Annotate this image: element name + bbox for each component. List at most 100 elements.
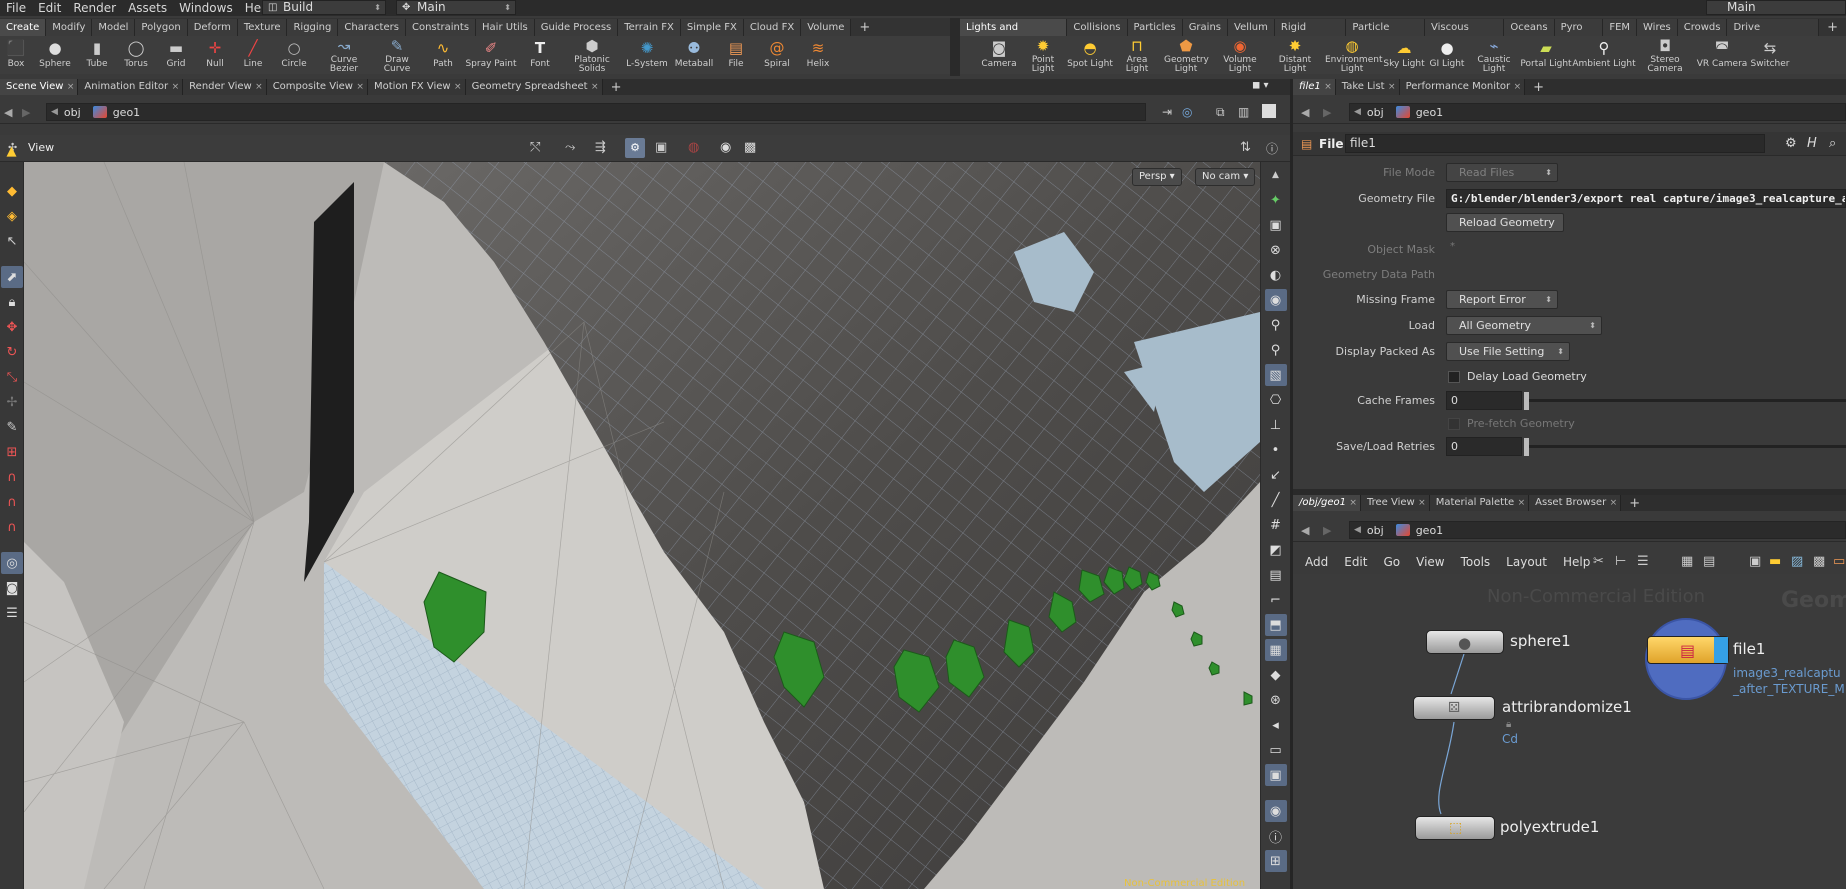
forward-arrow-icon[interactable]: ▶ bbox=[1323, 106, 1331, 119]
tool-stereo-camera[interactable]: ◘ Stereo Camera bbox=[1636, 36, 1694, 74]
close-icon[interactable]: × bbox=[255, 79, 263, 95]
tool-l-system[interactable]: ✺ L-System bbox=[622, 36, 672, 74]
geometry-file-field[interactable]: G:/blender/blender3/export real capture/… bbox=[1446, 189, 1846, 208]
shelf-tab[interactable]: Texture bbox=[237, 19, 288, 36]
close-icon[interactable]: × bbox=[1388, 79, 1396, 95]
bg-icon[interactable]: ▧ bbox=[1264, 364, 1287, 386]
shelf-tab[interactable]: Crowds bbox=[1677, 19, 1728, 36]
close-icon[interactable]: × bbox=[1349, 495, 1357, 511]
toolbar-toggle-icon[interactable]: ⇅ bbox=[1240, 140, 1251, 155]
tab-performance-monitor[interactable]: Performance Monitor × bbox=[1399, 79, 1526, 95]
normals-icon[interactable]: ⊥ bbox=[1265, 414, 1287, 436]
right-context-selector[interactable]: Main bbox=[1706, 0, 1846, 15]
node-sphere1[interactable]: ● bbox=[1426, 630, 1504, 654]
breadcrumb-geo1[interactable]: geo1 bbox=[1392, 106, 1451, 119]
rotate-icon[interactable]: ↻ bbox=[1, 341, 23, 363]
number-icon[interactable]: # bbox=[1265, 514, 1287, 536]
maximize-icon[interactable] bbox=[1262, 104, 1276, 118]
context-selector[interactable]: ✥ Main ⬍ bbox=[396, 0, 516, 15]
display-options-icon[interactable]: ⚙ bbox=[625, 138, 645, 158]
tool-metaball[interactable]: ⚉ Metaball bbox=[672, 36, 716, 74]
tab-tree-view[interactable]: Tree View × bbox=[1360, 495, 1430, 511]
tab-obj-geo1[interactable]: /obj/geo1 × bbox=[1293, 495, 1361, 511]
close-icon[interactable]: × bbox=[172, 79, 180, 95]
group-icon[interactable]: ⊛ bbox=[1265, 689, 1287, 711]
add-shelf-tab-button[interactable]: + bbox=[851, 19, 878, 36]
tab-scene-view[interactable]: Scene View × bbox=[0, 79, 79, 95]
visualizer-icon[interactable]: ⎔ bbox=[1265, 389, 1287, 411]
snap-magnet-icon[interactable]: ∩ bbox=[1, 491, 23, 513]
network-menu-add[interactable]: Add bbox=[1297, 555, 1336, 569]
wrench-icon[interactable]: ✂ bbox=[1593, 554, 1604, 569]
shelf-tab[interactable]: Simple FX bbox=[680, 19, 744, 36]
display-packed-menu[interactable]: Use File Setting ⬍ bbox=[1446, 342, 1570, 361]
grid-view-icon[interactable]: ▦ bbox=[1681, 554, 1693, 569]
pin-icon[interactable]: ⇥ bbox=[1162, 105, 1172, 119]
help-icon[interactable]: ⓘ bbox=[1266, 140, 1278, 157]
tool-vr-camera[interactable]: ◚ VR Camera bbox=[1694, 36, 1750, 74]
add-pane-tab-button[interactable]: + bbox=[1621, 495, 1648, 512]
render-tool-icon[interactable]: ☰ bbox=[1, 602, 23, 624]
tool-draw-curve[interactable]: ✎ Draw Curve bbox=[372, 36, 422, 74]
display-icon[interactable]: ▣ bbox=[1749, 554, 1761, 569]
tool-helix[interactable]: ≋ Helix bbox=[798, 36, 838, 74]
panel-icon[interactable]: ▭ bbox=[1265, 739, 1287, 761]
shelf-tab[interactable]: Oceans bbox=[1504, 19, 1555, 36]
select-mode-icon[interactable]: ↖ bbox=[1, 230, 23, 252]
scroll-up-icon[interactable]: ▲ bbox=[1265, 164, 1287, 186]
network-menu-help[interactable]: Help bbox=[1555, 555, 1598, 569]
back-arrow-icon[interactable]: ◀ bbox=[1301, 106, 1309, 119]
shelf-tab[interactable]: Lights and Cameras bbox=[960, 19, 1068, 50]
network-editor[interactable]: Non-Commercial Edition Geom ● sphere1 ⚄ … bbox=[1293, 574, 1846, 889]
shelf-tab[interactable]: Grains bbox=[1182, 19, 1229, 36]
retries-field[interactable]: 0 bbox=[1446, 437, 1522, 456]
tool-point-light[interactable]: ✹ Point Light bbox=[1020, 36, 1066, 74]
tool-line[interactable]: ╱ Line bbox=[234, 36, 272, 74]
tab-asset-browser[interactable]: Asset Browser × bbox=[1529, 495, 1622, 511]
shelf-tab[interactable]: FEM bbox=[1603, 19, 1638, 36]
shelf-tab[interactable]: Cloud FX bbox=[743, 19, 802, 36]
tool-circle[interactable]: ○ Circle bbox=[272, 36, 316, 74]
forward-arrow-icon[interactable]: ▶ bbox=[22, 106, 30, 119]
param-path-field[interactable]: ◀ obj geo1 bbox=[1349, 103, 1846, 121]
quad-view-icon[interactable]: ⊞ bbox=[1264, 850, 1287, 872]
shelf-tab[interactable]: Pyro FX bbox=[1554, 19, 1604, 50]
shelf-tab[interactable]: Deform bbox=[187, 19, 238, 36]
node-polyextrude1[interactable]: ⬚ bbox=[1415, 816, 1495, 840]
texture-icon[interactable]: ▤ bbox=[1265, 564, 1287, 586]
shelf-tab[interactable]: Particles bbox=[1127, 19, 1183, 36]
tool-geometry-light[interactable]: ⬟ Geometry Light bbox=[1160, 36, 1212, 74]
network-menu-view[interactable]: View bbox=[1408, 555, 1452, 569]
camera-button[interactable]: No cam ▾ bbox=[1195, 168, 1256, 186]
tool-null[interactable]: ✛ Null bbox=[196, 36, 234, 74]
view-tool-icon[interactable]: ◎ bbox=[1, 552, 23, 574]
shelf-tab[interactable]: Modify bbox=[46, 19, 93, 36]
cache-frames-slider[interactable] bbox=[1526, 399, 1846, 402]
cache-frames-slider-handle[interactable] bbox=[1524, 392, 1529, 410]
lock-icon[interactable]: 🔒︎ bbox=[1, 291, 23, 313]
network-menu-layout[interactable]: Layout bbox=[1498, 555, 1555, 569]
shelf-tab[interactable]: Drive Simulation bbox=[1727, 19, 1820, 50]
network-menu-go[interactable]: Go bbox=[1375, 555, 1408, 569]
search-icon[interactable]: ⌕ bbox=[1829, 136, 1836, 151]
box-network-icon[interactable]: ▭ bbox=[1833, 554, 1845, 569]
tool-spiral[interactable]: @ Spiral bbox=[756, 36, 798, 74]
render-region-icon[interactable]: ▩ bbox=[744, 140, 756, 155]
breadcrumb-geo1[interactable]: geo1 bbox=[1392, 524, 1451, 537]
tool-file[interactable]: ▤ File bbox=[716, 36, 756, 74]
tool-ambient-light[interactable]: ⚲ Ambient Light bbox=[1572, 36, 1636, 74]
vector-icon[interactable]: ↙ bbox=[1265, 464, 1287, 486]
magnet-icon[interactable]: ∩ bbox=[1, 466, 23, 488]
layout-icon[interactable]: ⧉ bbox=[1216, 105, 1225, 120]
persp-button[interactable]: Persp ▾ bbox=[1132, 168, 1182, 186]
tool-camera[interactable]: ◙ Camera bbox=[978, 36, 1020, 74]
shelf-tab[interactable]: Create bbox=[0, 19, 47, 36]
breadcrumb-obj[interactable]: ◀ obj bbox=[47, 106, 89, 119]
close-icon[interactable]: × bbox=[1418, 495, 1426, 511]
close-icon[interactable]: × bbox=[1610, 495, 1618, 511]
flipbook-icon[interactable]: ◉ bbox=[720, 140, 731, 155]
shelf-tab[interactable]: Constraints bbox=[405, 19, 477, 36]
tree-icon[interactable]: ⊢ bbox=[1615, 554, 1626, 569]
menu-windows[interactable]: Windows bbox=[173, 1, 239, 15]
note-icon[interactable]: ▬ bbox=[1769, 554, 1781, 569]
